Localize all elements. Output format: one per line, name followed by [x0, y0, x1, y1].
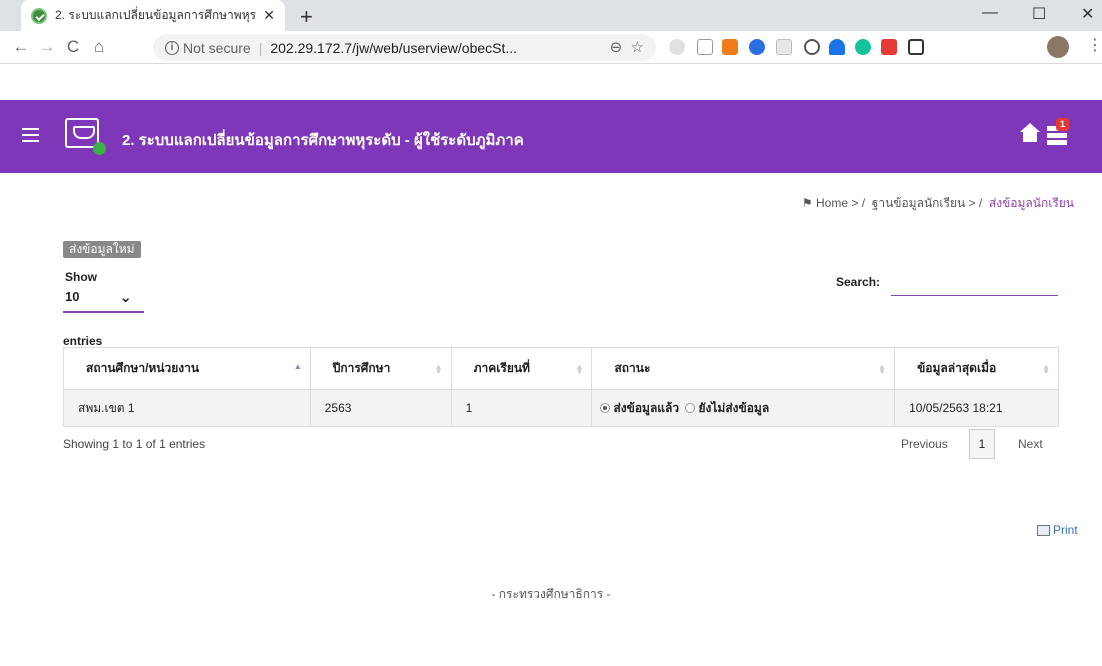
breadcrumb-home[interactable]: Home: [816, 196, 848, 210]
address-bar[interactable]: i Not secure | 202.29.172.7/jw/web/userv…: [153, 34, 656, 61]
page-1-button[interactable]: 1: [969, 429, 995, 459]
back-icon[interactable]: ←: [8, 37, 34, 57]
grammarly-icon[interactable]: [855, 39, 871, 55]
extension-icon-1[interactable]: [669, 39, 685, 55]
url-text: 202.29.172.7/jw/web/userview/obecSt...: [270, 39, 518, 56]
minimize-button[interactable]: —: [982, 4, 998, 22]
entries-label: entries: [63, 334, 103, 348]
forward-icon[interactable]: →: [34, 37, 60, 57]
maximize-button[interactable]: ☐: [1032, 4, 1046, 24]
home-button-icon[interactable]: [1018, 122, 1042, 146]
search-input[interactable]: [891, 274, 1058, 296]
home-breadcrumb-icon[interactable]: ⚑: [802, 196, 813, 210]
page-length-value: 10: [65, 289, 80, 304]
reload-icon[interactable]: C: [60, 37, 86, 57]
sort-asc-icon: ▲: [293, 362, 302, 371]
app-logo-icon: [65, 118, 106, 155]
cell-term: 1: [450, 389, 593, 427]
extension-icon-3[interactable]: [722, 39, 738, 55]
hamburger-menu-icon[interactable]: [22, 128, 39, 142]
profile-avatar[interactable]: [1047, 36, 1069, 58]
print-button[interactable]: Print: [1037, 523, 1078, 537]
table-row: สพม.เขต 1 2563 1 ส่งข้อมูลแล้ว ยังไม่ส่ง…: [63, 389, 1059, 427]
cell-status: ส่งข้อมูลแล้ว ยังไม่ส่งข้อมูล: [591, 389, 896, 427]
new-tab-button[interactable]: +: [300, 4, 313, 30]
sort-icon: ▲ ▼: [434, 362, 443, 376]
column-header-status[interactable]: สถานะ ▲ ▼: [591, 347, 896, 390]
status-sent-radio[interactable]: [600, 403, 611, 413]
sort-icon: ▲ ▼: [878, 362, 887, 376]
breadcrumb-level1[interactable]: ฐานข้อมูลนักเรียน: [872, 196, 966, 210]
sort-icon: ▲ ▼: [575, 362, 584, 376]
table-info: Showing 1 to 1 of 1 entries: [63, 437, 206, 451]
next-button[interactable]: Next: [1018, 437, 1043, 451]
breadcrumb-current: ส่งข้อมูลนักเรียน: [988, 196, 1074, 210]
column-header-unit[interactable]: สถานศึกษา/หน่วยงาน ▲: [63, 347, 311, 390]
status-not-sent-radio[interactable]: [685, 403, 696, 413]
security-label: Not secure: [183, 39, 251, 56]
notification-button[interactable]: 1: [1047, 118, 1069, 146]
cell-unit: สพม.เขต 1: [63, 389, 311, 427]
notification-badge: 1: [1056, 118, 1069, 131]
column-header-updated[interactable]: ข้อมูลล่าสุดเมื่อ ▲ ▼: [894, 347, 1059, 390]
page-length-select[interactable]: 10 ⌄: [63, 289, 144, 313]
zoom-bookmark-icons[interactable]: ⊖ ☆: [610, 38, 644, 56]
data-table: สถานศึกษา/หน่วยงาน ▲ ปีการศึกษา ▲ ▼ ภาคเรีย…: [63, 347, 1059, 427]
extension-icon-5[interactable]: [776, 39, 792, 55]
info-icon[interactable]: i: [165, 40, 179, 55]
site-favicon-icon: [31, 7, 47, 24]
column-header-term[interactable]: ภาคเรียนที่ ▲ ▼: [450, 347, 593, 390]
cell-year: 2563: [309, 389, 452, 427]
printer-icon: [1037, 525, 1050, 537]
extension-icon-7[interactable]: [829, 39, 845, 55]
column-header-year[interactable]: ปีการศึกษา ▲ ▼: [309, 347, 452, 390]
cell-updated: 10/05/2563 18:21: [894, 389, 1059, 427]
home-icon[interactable]: ⌂: [86, 37, 112, 57]
show-label: Show: [65, 270, 97, 284]
close-window-button[interactable]: ✕: [1081, 4, 1094, 24]
grid-icon[interactable]: [908, 39, 924, 55]
browser-tab[interactable]: 2. ระบบแลกเปลี่ยนข้อมูลการศึกษาพหุร ✕: [21, 0, 285, 31]
tab-title: 2. ระบบแลกเปลี่ยนข้อมูลการศึกษาพหุร: [55, 8, 257, 22]
url-separator: |: [258, 39, 263, 56]
footer-text: - กระทรวงศึกษาธิการ -: [491, 587, 611, 601]
app-header: 2. ระบบแลกเปลี่ยนข้อมูลการศึกษาพหุระดับ …: [0, 100, 1102, 173]
app-title: 2. ระบบแลกเปลี่ยนข้อมูลการศึกษาพหุระดับ …: [122, 132, 524, 149]
extension-icon-4[interactable]: [749, 39, 765, 55]
extension-icon-9[interactable]: [881, 39, 897, 55]
sort-icon: ▲ ▼: [1042, 362, 1050, 376]
tab-close-icon[interactable]: ✕: [263, 7, 275, 24]
breadcrumb: ⚑ Home > / ฐานข้อมูลนักเรียน > / ส่งข้อม…: [801, 196, 1074, 210]
browser-toolbar: ← → C ⌂ i Not secure | 202.29.172.7/jw/w…: [0, 31, 1102, 64]
previous-button[interactable]: Previous: [901, 437, 948, 451]
status-not-sent-label: ยังไม่ส่งข้อมูล: [698, 400, 770, 415]
chevron-down-icon: ⌄: [119, 289, 132, 306]
speedometer-icon[interactable]: [804, 39, 820, 55]
status-sent-label: ส่งข้อมูลแล้ว: [613, 400, 680, 415]
menu-icon[interactable]: ⋮: [1087, 38, 1102, 56]
tab-strip: 2. ระบบแลกเปลี่ยนข้อมูลการศึกษาพหุร ✕ + …: [0, 0, 1102, 31]
search-label: Search:: [836, 275, 881, 289]
table-header-row: สถานศึกษา/หน่วยงาน ▲ ปีการศึกษา ▲ ▼ ภาคเรีย…: [63, 347, 1059, 390]
browser-window: 2. ระบบแลกเปลี่ยนข้อมูลการศึกษาพหุร ✕ + …: [0, 0, 1102, 666]
new-submission-button[interactable]: ส่งข้อมูลใหม่: [63, 241, 141, 258]
extension-icon-2[interactable]: [697, 39, 713, 55]
